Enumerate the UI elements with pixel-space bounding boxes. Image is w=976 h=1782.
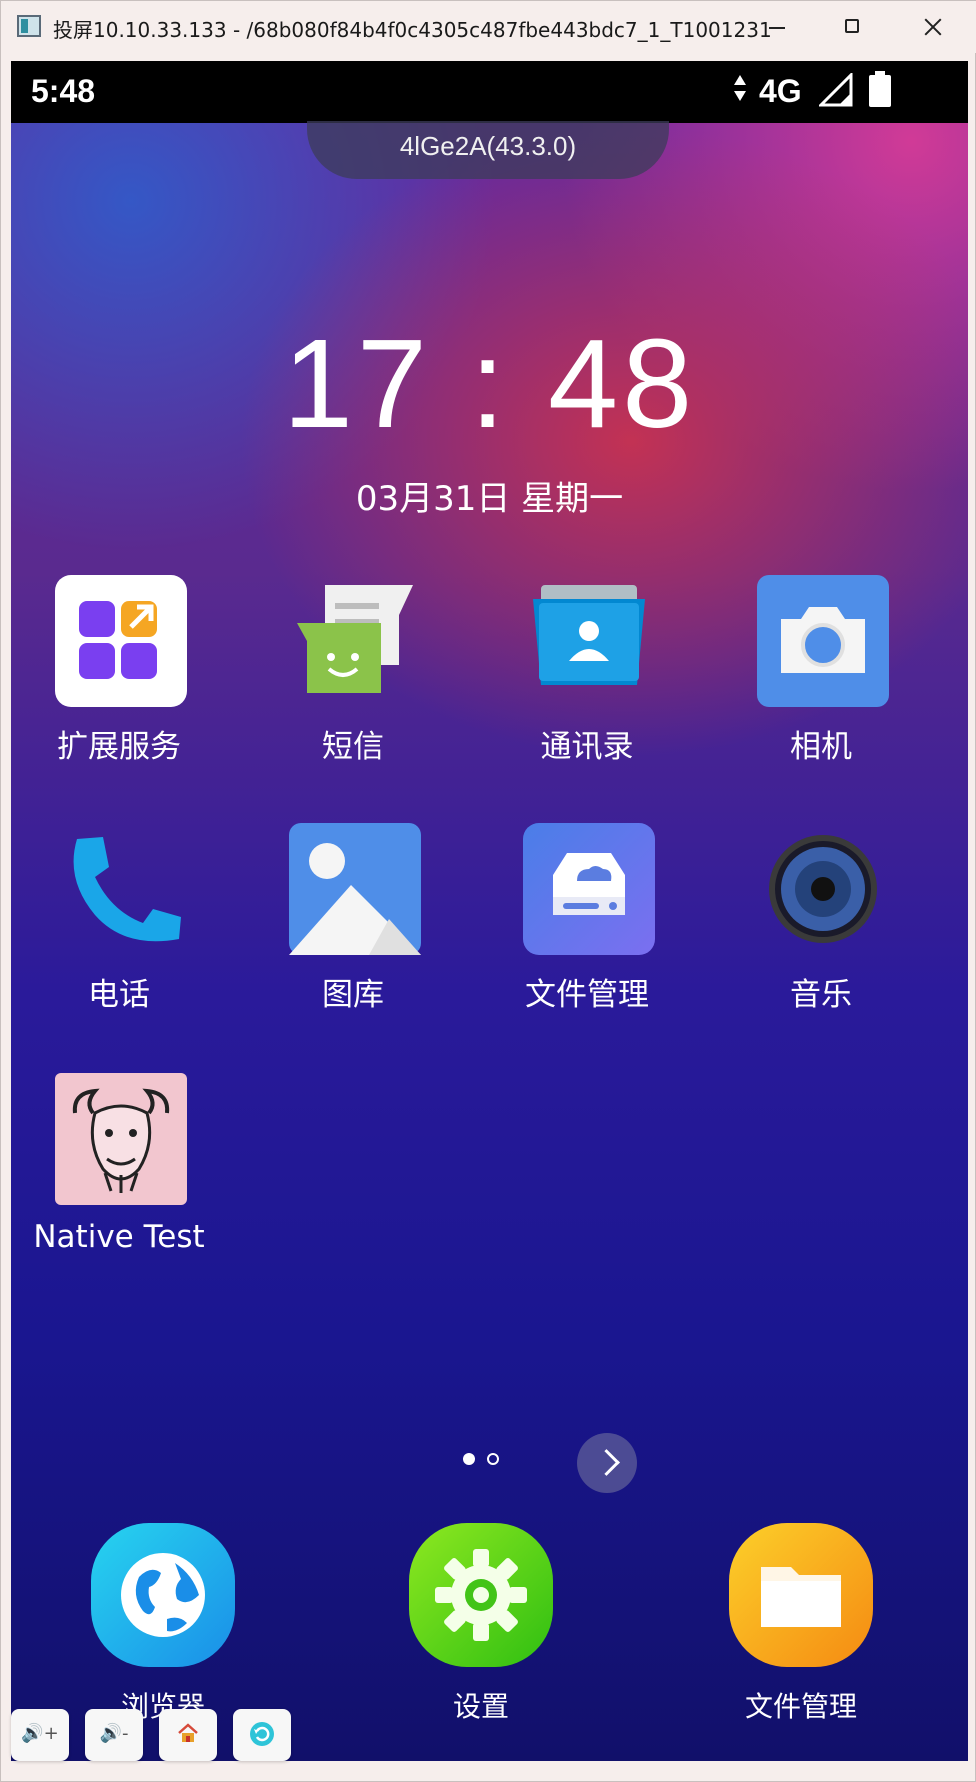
close-button[interactable] — [916, 11, 950, 43]
dock-settings[interactable]: 设置 — [381, 1523, 581, 1733]
files-icon — [729, 1523, 873, 1667]
phone-screen[interactable]: 5:48 4G 4lGe2A(43.3.0) 17 : 48 03月31日 星期… — [11, 61, 968, 1761]
status-time: 5:48 — [31, 73, 96, 109]
app-label: 扩展服务 — [57, 729, 181, 765]
extension-service-icon — [55, 575, 187, 707]
phone-icon — [55, 823, 187, 955]
data-activity-icon — [731, 73, 749, 105]
home-date: 03月31日 星期一 — [355, 479, 624, 519]
title-bar[interactable]: 投屏10.10.33.133 - /68b080f84b4f0c4305c487… — [1, 1, 976, 53]
maximize-button[interactable] — [836, 11, 870, 43]
app-file-manager[interactable]: 文件管理 — [487, 823, 687, 1023]
dock-browser[interactable]: 浏览器 — [63, 1523, 263, 1733]
rotate-button[interactable] — [233, 1709, 291, 1761]
rotate-icon — [233, 1722, 291, 1752]
dock-files[interactable]: 文件管理 — [701, 1523, 901, 1733]
app-native-test[interactable]: Native Test — [19, 1073, 219, 1273]
gallery-icon — [289, 823, 421, 955]
gnu-icon — [55, 1073, 187, 1205]
camera-icon — [757, 575, 889, 707]
contacts-icon — [523, 575, 655, 707]
dock-label: 文件管理 — [744, 1690, 857, 1723]
volume-down-button[interactable]: 🔊- — [85, 1709, 143, 1761]
home-button[interactable] — [159, 1709, 217, 1761]
app-camera[interactable]: 相机 — [721, 575, 921, 775]
top-tab-label: 4lGe2A(43.3.0) — [399, 131, 577, 161]
battery-icon — [869, 71, 891, 109]
app-phone[interactable]: 电话 — [19, 823, 219, 1023]
volume-up-icon: 🔊+ — [21, 1723, 59, 1744]
music-icon — [757, 823, 889, 955]
volume-up-button[interactable]: 🔊+ — [11, 1709, 69, 1761]
app-label: Native Test — [33, 1219, 205, 1255]
app-window-icon — [17, 15, 41, 37]
app-extension-service[interactable]: 扩展服务 — [19, 575, 219, 775]
app-label: 短信 — [322, 729, 384, 765]
browser-icon — [91, 1523, 235, 1667]
status-bar[interactable]: 5:48 4G — [11, 61, 968, 123]
home-clock[interactable]: 17 : 48 — [11, 311, 968, 456]
window-title: 投屏10.10.33.133 - /68b080f84b4f0c4305c487… — [53, 18, 772, 42]
screen-mirror-window: 投屏10.10.33.133 - /68b080f84b4f0c4305c487… — [0, 0, 976, 1782]
volume-down-icon: 🔊- — [99, 1723, 129, 1744]
minimize-button[interactable] — [761, 11, 795, 43]
app-gallery[interactable]: 图库 — [253, 823, 453, 1023]
app-messaging[interactable]: 短信 — [253, 575, 453, 775]
app-label: 音乐 — [790, 977, 852, 1013]
app-label: 图库 — [322, 977, 384, 1013]
messaging-icon — [289, 575, 421, 707]
app-label: 相机 — [790, 729, 852, 765]
app-contacts[interactable]: 通讯录 — [487, 575, 687, 775]
signal-icon — [819, 73, 853, 107]
app-label: 文件管理 — [525, 977, 649, 1013]
settings-icon — [409, 1523, 553, 1667]
app-music[interactable]: 音乐 — [721, 823, 921, 1023]
dock-label: 设置 — [452, 1690, 509, 1723]
page-dot-active[interactable] — [463, 1453, 475, 1465]
file-manager-icon — [523, 823, 655, 955]
page-dot[interactable] — [487, 1453, 499, 1465]
app-label: 电话 — [88, 977, 150, 1013]
next-page-button[interactable] — [577, 1433, 637, 1493]
top-tab-pill[interactable]: 4lGe2A(43.3.0) — [307, 121, 669, 179]
home-icon — [159, 1723, 217, 1750]
app-label: 通讯录 — [540, 729, 634, 765]
network-type: 4G — [759, 73, 802, 109]
